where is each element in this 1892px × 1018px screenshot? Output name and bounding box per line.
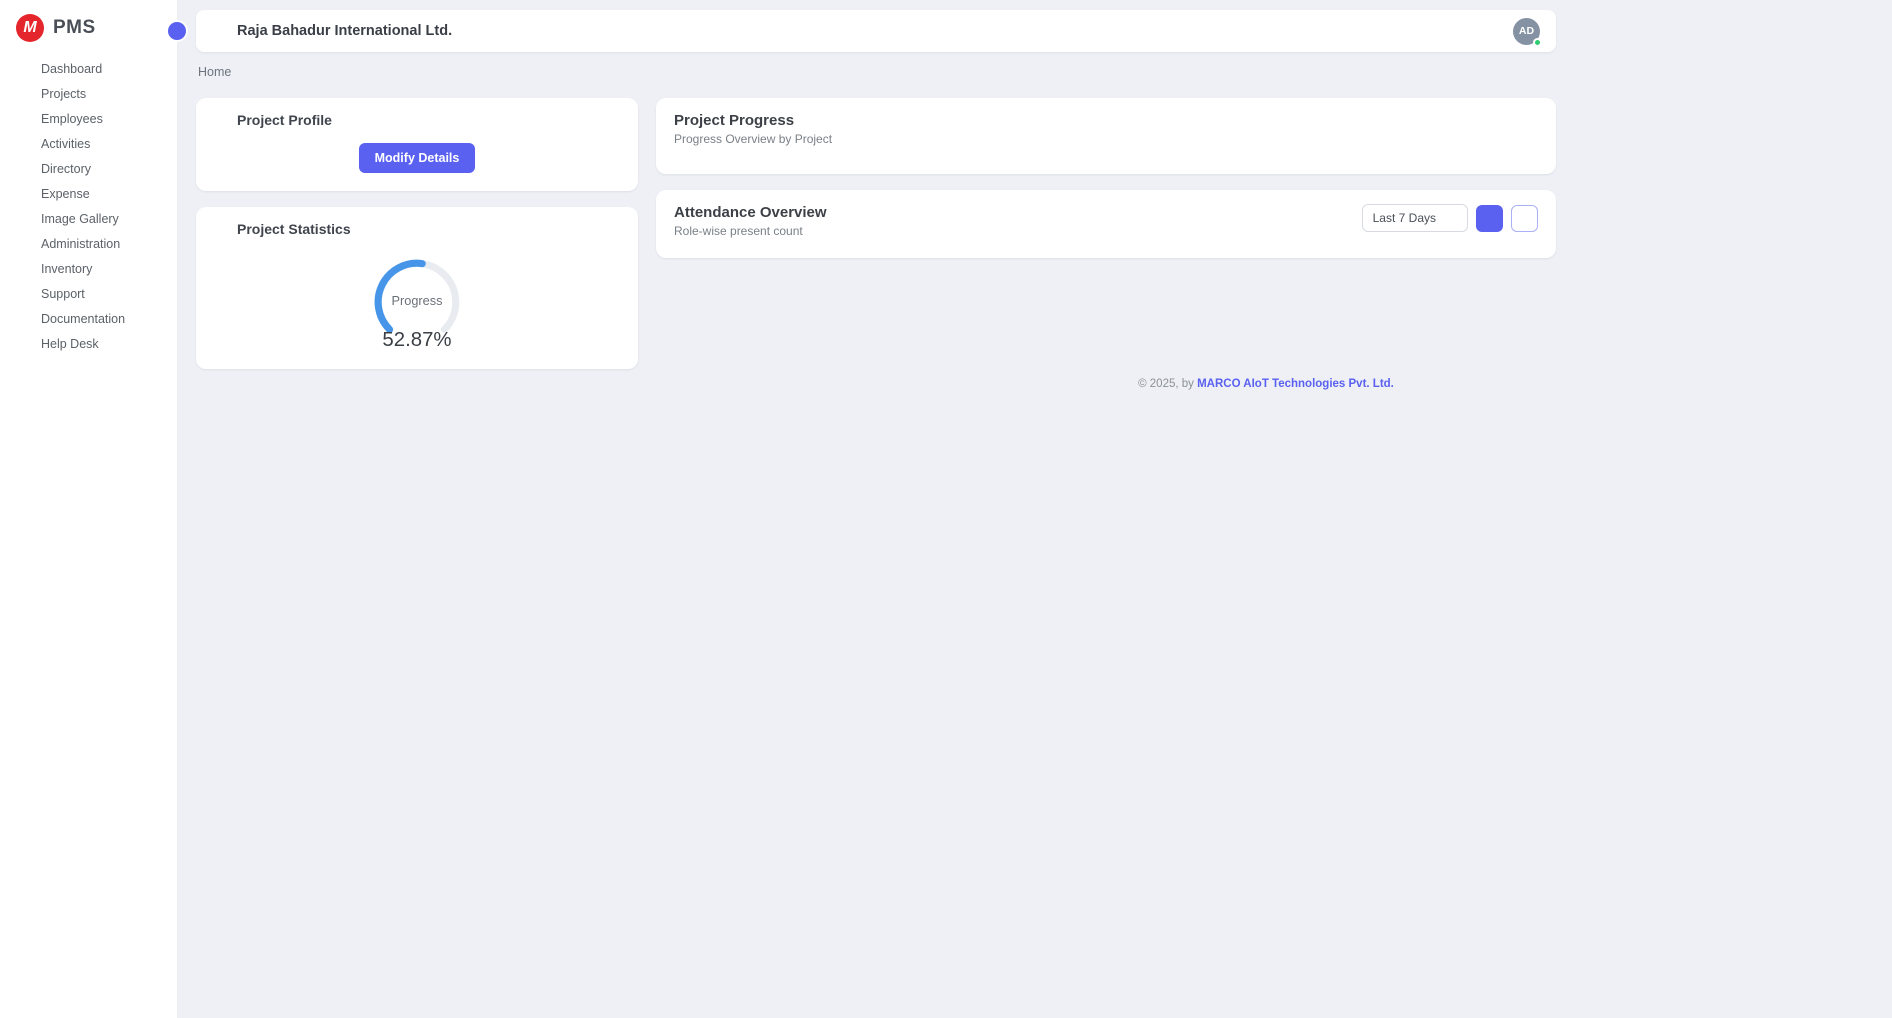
sidebar-item-image-gallery[interactable]: Image Gallery xyxy=(0,206,177,231)
sidebar: M PMS Dashboard Projects Employees Activiti… xyxy=(0,0,178,1018)
card-title-text: Project Profile xyxy=(237,112,332,128)
project-progress-card: Project Progress Progress Overview by Pr… xyxy=(656,98,1556,174)
project-progress-subtitle: Progress Overview by Project xyxy=(674,132,1538,146)
logo-icon: M xyxy=(16,14,44,42)
folder-icon xyxy=(16,86,31,101)
logo-text: PMS xyxy=(53,17,96,39)
project-statistics-title: Project Statistics xyxy=(214,221,620,237)
bar-chart-view-button[interactable] xyxy=(1476,205,1503,232)
sidebar-item-help-desk[interactable]: Help Desk xyxy=(0,331,177,356)
sidebar-collapse-button[interactable] xyxy=(166,20,188,42)
sidebar-item-label: Projects xyxy=(41,87,161,101)
sidebar-item-documentation[interactable]: Documentation xyxy=(0,306,177,331)
sidebar-item-label: Help Desk xyxy=(41,337,161,351)
footer: © 2025, by MARCO AIoT Technologies Pvt. … xyxy=(196,378,1556,390)
sidebar-item-inventory[interactable]: Inventory xyxy=(0,256,177,281)
sidebar-item-label: Directory xyxy=(41,162,161,176)
chart-line-icon xyxy=(214,222,229,237)
sidebar-item-label: Image Gallery xyxy=(41,212,161,226)
modify-details-button[interactable]: Modify Details xyxy=(359,143,476,173)
company-selector[interactable]: Raja Bahadur International Ltd. xyxy=(212,23,473,39)
app-root: M PMS Dashboard Projects Employees Activiti… xyxy=(0,0,1892,1018)
sidebar-item-label: Administration xyxy=(41,237,140,251)
building-icon xyxy=(212,23,228,39)
online-status-dot xyxy=(1533,38,1542,47)
sidebar-item-projects[interactable]: Projects xyxy=(0,81,177,106)
doc-icon xyxy=(16,311,31,326)
sidebar-item-activities[interactable]: Activities xyxy=(0,131,177,156)
sidebar-item-label: Inventory xyxy=(41,262,161,276)
avatar-initials: AD xyxy=(1519,25,1534,37)
card-title-text: Project Statistics xyxy=(237,221,351,237)
chevron-down-icon xyxy=(461,25,473,37)
box-icon xyxy=(16,261,31,276)
breadcrumb-item-home[interactable]: Home xyxy=(198,65,231,79)
sidebar-item-support[interactable]: Support xyxy=(0,281,177,306)
admin-icon xyxy=(16,236,31,251)
bookmark-icon xyxy=(214,113,229,128)
sidebar-item-administration[interactable]: Administration xyxy=(0,231,177,256)
sidebar-item-label: Employees xyxy=(41,112,161,126)
company-name: Raja Bahadur International Ltd. xyxy=(237,23,452,39)
date-range-select[interactable]: Last 7 Days xyxy=(1362,204,1468,232)
table-view-button[interactable] xyxy=(1511,205,1538,232)
chevron-down-icon xyxy=(1446,213,1457,224)
question-icon xyxy=(16,336,31,351)
chevron-right-icon xyxy=(150,138,161,149)
bar-chart-icon xyxy=(1482,211,1497,226)
project-statistics-card: Project Statistics Progress 52.87% xyxy=(196,207,638,369)
date-range-value: Last 7 Days xyxy=(1373,211,1436,225)
sidebar-nav: Dashboard Projects Employees Activities Dire… xyxy=(0,56,177,356)
lifebuoy-icon xyxy=(16,286,31,301)
footer-link[interactable]: MARCO AIoT Technologies Pvt. Ltd. xyxy=(1197,378,1394,390)
gauge-label: Progress xyxy=(392,293,443,308)
people-icon xyxy=(16,111,31,126)
sidebar-item-label: Expense xyxy=(41,187,161,201)
progress-gauge-svg: Progress 52.87% xyxy=(355,247,479,351)
table-icon xyxy=(1517,211,1532,226)
receipt-icon xyxy=(16,186,31,201)
sidebar-item-directory[interactable]: Directory xyxy=(0,156,177,181)
attendance-overview-card: Attendance Overview Role-wise present co… xyxy=(656,190,1556,258)
grid-icon xyxy=(16,61,31,76)
topbar: Raja Bahadur International Ltd. AD xyxy=(196,10,1556,52)
attendance-title: Attendance Overview xyxy=(674,204,827,221)
logo[interactable]: M PMS xyxy=(0,0,177,56)
sidebar-item-label: Activities xyxy=(41,137,140,151)
project-profile-title: Project Profile xyxy=(214,112,620,128)
sidebar-item-label: Documentation xyxy=(41,312,161,326)
footer-text: © 2025, by xyxy=(1138,378,1197,390)
idcard-icon xyxy=(16,161,31,176)
chevron-right-icon xyxy=(150,238,161,249)
project-profile-card: Project Profile Modify Details xyxy=(196,98,638,191)
progress-gauge: Progress 52.87% xyxy=(214,247,620,351)
avatar[interactable]: AD xyxy=(1513,18,1540,45)
breadcrumb: Home xyxy=(198,65,1554,79)
image-icon xyxy=(16,211,31,226)
sidebar-item-dashboard[interactable]: Dashboard xyxy=(0,56,177,81)
main-area: Raja Bahadur International Ltd. AD Home xyxy=(178,0,1892,1018)
attendance-subtitle: Role-wise present count xyxy=(674,224,827,238)
apps-grid-icon[interactable] xyxy=(1479,22,1497,40)
project-progress-title: Project Progress xyxy=(674,112,1538,129)
list-icon xyxy=(16,136,31,151)
chevron-left-icon xyxy=(172,26,183,37)
sidebar-item-expense[interactable]: Expense xyxy=(0,181,177,206)
gauge-value: 52.87% xyxy=(382,329,451,351)
sidebar-item-label: Support xyxy=(41,287,161,301)
sidebar-item-employees[interactable]: Employees xyxy=(0,106,177,131)
sidebar-item-label: Dashboard xyxy=(41,62,161,76)
